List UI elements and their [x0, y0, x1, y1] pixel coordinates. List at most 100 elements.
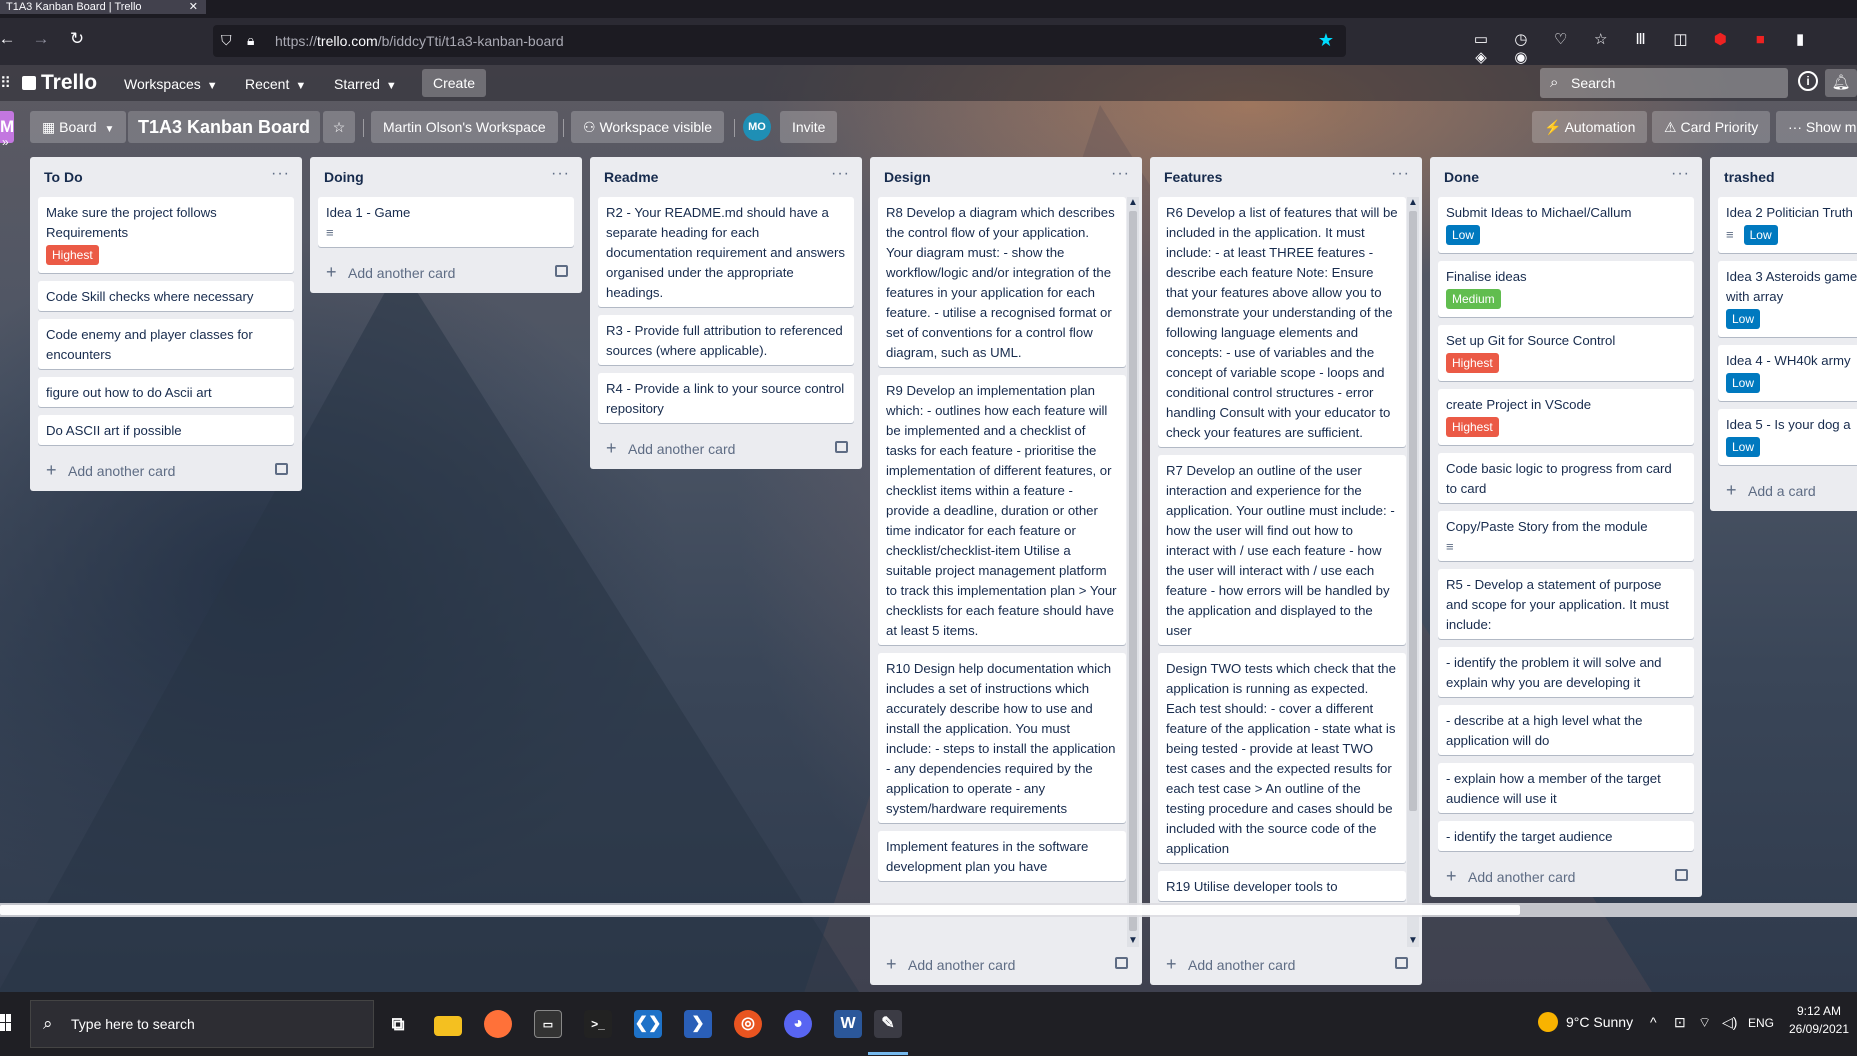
card[interactable]: - identify the target audience	[1438, 821, 1694, 851]
file-explorer-icon[interactable]	[434, 1016, 462, 1036]
card[interactable]: Do ASCII art if possible	[38, 415, 294, 445]
back-icon[interactable]: ←	[0, 28, 18, 50]
ubuntu-icon[interactable]: ◎	[734, 1010, 762, 1038]
info-icon[interactable]: i	[1798, 71, 1818, 91]
notifications-bell-icon[interactable]: 🔔︎	[1825, 69, 1857, 97]
scroll-up-icon[interactable]: ▲	[1127, 197, 1139, 209]
workspace-button[interactable]: Martin Olson's Workspace	[371, 111, 558, 143]
weather-text[interactable]: 9°C Sunny	[1566, 1014, 1633, 1030]
card-template-icon[interactable]	[835, 441, 848, 453]
card[interactable]: Idea 4 - WH40k army Low	[1718, 345, 1857, 401]
board-title[interactable]: T1A3 Kanban Board	[128, 111, 321, 143]
card-template-icon[interactable]	[1115, 957, 1128, 969]
list-title[interactable]: Design	[884, 169, 931, 185]
list-menu-icon[interactable]: ···	[1111, 165, 1130, 183]
add-card-button[interactable]: + Add another card	[310, 255, 582, 293]
list-scrollbar[interactable]: ▲ ▼	[1127, 197, 1139, 947]
card[interactable]: Design TWO tests which check that the ap…	[1158, 653, 1406, 863]
vscode-icon[interactable]: ❮❯	[634, 1010, 662, 1038]
extension-more-icon[interactable]: ◉	[1510, 48, 1532, 66]
adblock-icon[interactable]: ⬢	[1709, 30, 1731, 48]
history-icon[interactable]: ◷	[1510, 30, 1532, 48]
recent-menu[interactable]: Recent ▼	[237, 71, 314, 97]
list-menu-icon[interactable]: ···	[271, 165, 290, 183]
add-card-button[interactable]: + Add another card	[30, 453, 302, 491]
pocket-folder-icon[interactable]: ▭	[1470, 30, 1492, 48]
list-title[interactable]: Readme	[604, 169, 658, 185]
card[interactable]: Idea 3 Asteroids game ground up with arr…	[1718, 261, 1857, 337]
automation-button[interactable]: ⚡ Automation	[1532, 111, 1648, 143]
reading-star-icon[interactable]: ☆	[1590, 30, 1612, 48]
word-icon[interactable]: W	[834, 1010, 862, 1038]
sidebar-icon[interactable]: ◫	[1669, 30, 1691, 48]
card[interactable]: R3 - Provide full attribution to referen…	[598, 315, 854, 365]
scroll-thumb[interactable]	[0, 905, 1520, 915]
card[interactable]: R5 - Develop a statement of purpose and …	[1438, 569, 1694, 639]
extension-icon[interactable]: ◈	[1470, 48, 1492, 66]
search-input[interactable]: ⌕ Search	[1540, 68, 1788, 98]
command-prompt-icon[interactable]: >_	[584, 1010, 612, 1038]
card[interactable]: R9 Develop an implementation plan which:…	[878, 375, 1126, 645]
card-template-icon[interactable]	[1395, 957, 1408, 969]
avatar[interactable]: MO	[743, 113, 771, 141]
card[interactable]: create Project in VScode Highest	[1438, 389, 1694, 445]
language-indicator[interactable]: ENG	[1748, 1016, 1774, 1030]
card[interactable]: - explain how a member of the target aud…	[1438, 763, 1694, 813]
card[interactable]: R2 - Your README.md should have a separa…	[598, 197, 854, 307]
invite-button[interactable]: Invite	[780, 111, 838, 143]
library-icon[interactable]: Ⅲ	[1630, 30, 1652, 48]
paint-icon[interactable]: ✎	[874, 1010, 902, 1038]
show-menu-button[interactable]: ··· Show m	[1776, 111, 1857, 143]
browser-tab[interactable]: T1A3 Kanban Board | Trello ✕	[0, 0, 206, 14]
scroll-up-icon[interactable]: ▲	[1407, 197, 1419, 209]
list-title[interactable]: trashed	[1724, 169, 1775, 185]
taskbar-clock[interactable]: 9:12 AM 26/09/2021	[1788, 1002, 1850, 1038]
forward-icon[interactable]: →	[30, 28, 52, 50]
list-menu-icon[interactable]: ···	[1671, 165, 1690, 183]
document-icon[interactable]: ▮	[1789, 30, 1811, 48]
card[interactable]: Code basic logic to progress from card t…	[1438, 453, 1694, 503]
list-menu-icon[interactable]: ···	[831, 165, 850, 183]
weather-sun-icon[interactable]	[1538, 1012, 1558, 1032]
scroll-thumb[interactable]	[1409, 211, 1417, 811]
list-title[interactable]: Done	[1444, 169, 1479, 185]
card-template-icon[interactable]	[1675, 869, 1688, 881]
visibility-button[interactable]: ⚇ Workspace visible	[571, 111, 725, 143]
card[interactable]: - identify the problem it will solve and…	[1438, 647, 1694, 697]
list-scrollbar[interactable]: ▲ ▼	[1407, 197, 1419, 947]
create-button[interactable]: Create	[422, 69, 486, 97]
card[interactable]: R4 - Provide a link to your source contr…	[598, 373, 854, 423]
starred-menu[interactable]: Starred ▼	[326, 71, 405, 97]
scroll-down-icon[interactable]: ▼	[1407, 935, 1419, 947]
scroll-thumb[interactable]	[1129, 211, 1137, 931]
list-title[interactable]: Doing	[324, 169, 364, 185]
url-text[interactable]: https://trello.com/b/iddcyTti/t1a3-kanba…	[275, 33, 564, 49]
expand-sidebar-icon[interactable]: »	[2, 135, 9, 149]
board-view-switcher[interactable]: ▦ Board ▼	[30, 111, 127, 143]
app-switcher-icon[interactable]: ⠿	[0, 74, 16, 92]
list-title[interactable]: Features	[1164, 169, 1222, 185]
scroll-down-icon[interactable]: ▼	[1127, 935, 1139, 947]
list-menu-icon[interactable]: ···	[551, 165, 570, 183]
card[interactable]: Make sure the project follows Requiremen…	[38, 197, 294, 273]
lock-icon[interactable]: 🔒︎	[247, 32, 254, 49]
taskbar-search-input[interactable]: ⌕ Type here to search	[30, 1000, 374, 1048]
card[interactable]: R8 Develop a diagram which describes the…	[878, 197, 1126, 367]
card[interactable]: R6 Develop a list of features that will …	[1158, 197, 1406, 447]
board-horizontal-scrollbar[interactable]	[0, 903, 1857, 917]
card[interactable]: Code enemy and player classes for encoun…	[38, 319, 294, 369]
tray-icon[interactable]: ⊡	[1674, 1014, 1686, 1031]
list-menu-icon[interactable]: ···	[1391, 165, 1410, 183]
trello-logo[interactable]: Trello	[22, 71, 97, 95]
card[interactable]: R10 Design help documentation which incl…	[878, 653, 1126, 823]
powershell-icon[interactable]: ❯	[684, 1010, 712, 1038]
add-card-button[interactable]: + Add a card	[1710, 473, 1857, 511]
card[interactable]: Set up Git for Source Control Highest	[1438, 325, 1694, 381]
address-bar[interactable]: ⛉ 🔒︎ https://trello.com/b/iddcyTti/t1a3-…	[213, 25, 1346, 57]
card-template-icon[interactable]	[275, 463, 288, 475]
card-template-icon[interactable]	[555, 265, 568, 277]
network-icon[interactable]: ⌔	[1698, 1014, 1711, 1032]
card[interactable]: R7 Develop an outline of the user intera…	[1158, 455, 1406, 645]
card-priority-button[interactable]: ⚠ Card Priority	[1652, 111, 1771, 143]
card[interactable]: - describe at a high level what the appl…	[1438, 705, 1694, 755]
